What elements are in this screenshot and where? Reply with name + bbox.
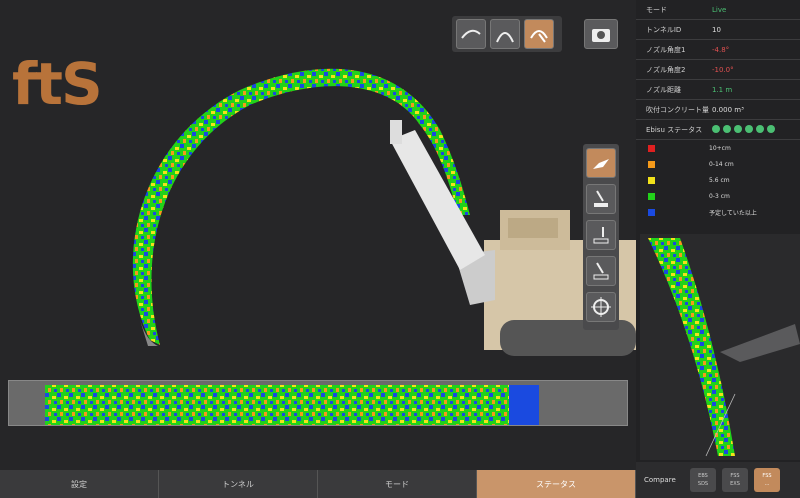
panel-row-value: 0.000 m³: [712, 105, 744, 114]
tunnel-section-icon: [496, 32, 514, 43]
compare-fss-button[interactable]: FSS ...: [754, 468, 780, 492]
panel-row-value: 10: [712, 25, 721, 34]
panel-row-value: -4.8°: [712, 45, 730, 54]
compare-fss-exs-button[interactable]: FSS EXS: [722, 468, 748, 492]
ebisu-status-label: Ebisu ステータス: [646, 125, 703, 134]
nozzle-add-icon: [593, 227, 609, 244]
tab-tunnel[interactable]: トンネル: [159, 470, 318, 498]
nozzle-plus-icon: [593, 262, 609, 280]
target-icon: [591, 297, 611, 317]
panel-row-value: Live: [712, 5, 727, 14]
legend-label: 5.6 cm: [709, 176, 730, 184]
compare-btn-top: FSS: [730, 473, 740, 479]
legend-item: 5.6 cm: [636, 172, 800, 188]
compare-btn-bottom: ...: [764, 481, 770, 487]
camera-icon: [592, 29, 610, 42]
legend-swatch: [648, 176, 655, 184]
panel-row-label: 吹付コンクリート量: [646, 105, 709, 114]
status-dots: [712, 124, 778, 135]
bottom-nav: 設定 トンネル モード ステータス: [0, 470, 636, 498]
compare-btn-top: FSS: [762, 473, 772, 479]
legend-item: 10+cm: [636, 140, 800, 156]
tunnel-front-icon: [530, 30, 548, 43]
legend-swatch: [648, 192, 655, 200]
legend-label: 10+cm: [709, 144, 731, 152]
compare-bar: Compare EBS SDS FSS EXS FSS ...: [636, 462, 800, 498]
unrolled-tunnel-strip: [8, 380, 628, 426]
legend-label: 予定していた以上: [709, 209, 757, 217]
panel-row: ノズル角度1 -4.8°: [636, 40, 800, 60]
compare-label: Compare: [644, 476, 676, 484]
view-toggle-group: [452, 16, 562, 52]
panel-row: モード Live: [636, 0, 800, 20]
panel-row: ノズル角度2 -10.0°: [636, 60, 800, 80]
tab-mode[interactable]: モード: [318, 470, 477, 498]
section-minimap[interactable]: [640, 234, 800, 460]
compare-btn-bottom: SDS: [697, 481, 709, 487]
panel-row-value: -10.0°: [712, 65, 734, 74]
legend-label: 0-3 cm: [709, 192, 730, 200]
excavator-arm-button[interactable]: [586, 148, 616, 178]
panel-row-label: ノズル距離: [646, 85, 681, 94]
panel-row-label: モード: [646, 5, 667, 14]
side-tool-column: [583, 144, 619, 330]
camera-button[interactable]: [584, 19, 618, 49]
legend-swatch: [648, 208, 655, 216]
tunnel-side-icon: [461, 29, 481, 39]
target-button[interactable]: [586, 292, 616, 322]
compare-btn-top: EBS: [698, 473, 708, 479]
nozzle-plus-button[interactable]: [586, 256, 616, 286]
legend-swatch: [648, 144, 655, 152]
legend-label: 0-14 cm: [709, 160, 734, 168]
panel-row-label: トンネルID: [646, 25, 682, 34]
legend-item: 0-3 cm: [636, 188, 800, 204]
3d-viewport[interactable]: ftS: [0, 0, 636, 470]
excavator-arm-icon: [593, 159, 609, 169]
panel-row-value: 1.1 m: [712, 85, 733, 94]
nozzle-down-icon: [594, 190, 608, 207]
coverage-strip-map: [45, 385, 539, 425]
tunnel-side-view-button[interactable]: [456, 19, 486, 49]
panel-row-label: ノズル角度2: [646, 65, 686, 74]
legend-swatch: [648, 160, 655, 168]
compare-ebs-sds-button[interactable]: EBS SDS: [690, 468, 716, 492]
legend-item: 予定していた以上: [636, 204, 800, 220]
panel-row-label: ノズル角度1: [646, 45, 686, 54]
compare-btn-bottom: EXS: [730, 481, 740, 487]
tunnel-front-view-button[interactable]: [524, 19, 554, 49]
tunnel-section-view-button[interactable]: [490, 19, 520, 49]
nozzle-add-button[interactable]: [586, 220, 616, 250]
legend-item: 0-14 cm: [636, 156, 800, 172]
panel-row: トンネルID 10: [636, 20, 800, 40]
panel-row: ノズル距離 1.1 m: [636, 80, 800, 100]
minimap-arch: [648, 238, 800, 457]
panel-row: 吹付コンクリート量 0.000 m³: [636, 100, 800, 120]
thickness-legend: 10+cm 0-14 cm 5.6 cm 0-3 cm 予定していた以上: [636, 140, 800, 220]
tab-status[interactable]: ステータス: [477, 470, 636, 498]
tab-settings[interactable]: 設定: [0, 470, 159, 498]
nozzle-down-button[interactable]: [586, 184, 616, 214]
ebisu-status-row: Ebisu ステータス: [636, 120, 800, 140]
